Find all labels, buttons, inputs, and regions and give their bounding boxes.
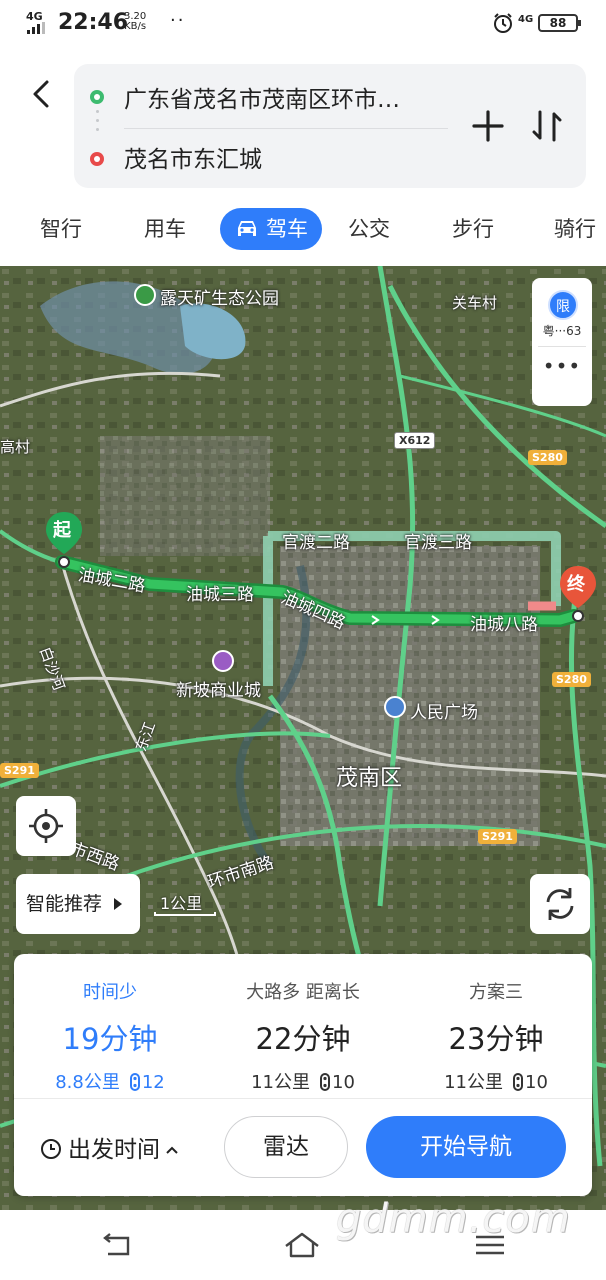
- shopping-poi-icon[interactable]: [212, 650, 234, 672]
- route-connector: [95, 110, 99, 144]
- plan-tag: 时间少: [83, 982, 137, 1003]
- map-label-youcheng3: 油城三路: [186, 585, 254, 605]
- home-nav-icon[interactable]: [282, 1228, 322, 1262]
- radar-button[interactable]: 雷达: [224, 1116, 348, 1178]
- park-poi-icon[interactable]: [134, 284, 156, 306]
- smart-recommend-button[interactable]: 智能推荐: [16, 874, 140, 934]
- divider: [538, 346, 586, 347]
- plan-time: 23分钟: [448, 1022, 544, 1056]
- traffic-light-icon: [320, 1073, 330, 1091]
- map-label-guandu2: 官渡二路: [282, 533, 350, 553]
- end-pin[interactable]: 终: [558, 564, 598, 624]
- tab-bike[interactable]: 骑行: [554, 208, 596, 250]
- depart-time-label: 出发时间: [68, 1137, 160, 1163]
- add-waypoint-icon[interactable]: [470, 108, 506, 144]
- watermark: gdmm.com: [336, 1196, 571, 1242]
- net-speed: 3.20 KB/s: [124, 12, 146, 32]
- plan-distance-row: 8.8公里 12: [14, 1068, 206, 1094]
- plan-time: 19分钟: [62, 1022, 158, 1056]
- depart-time-button[interactable]: 出发时间: [40, 1130, 186, 1164]
- tab-ride-hailing[interactable]: 用车: [144, 208, 186, 250]
- map-label-guandu3: 官渡三路: [404, 533, 472, 553]
- road-sign-s291-left: S291: [0, 763, 39, 778]
- more-options-icon[interactable]: •••: [542, 356, 582, 386]
- destination-field[interactable]: 茂名市东汇城: [124, 140, 464, 174]
- start-dot-icon: [90, 90, 104, 104]
- map-label-youcheng8: 油城八路: [470, 615, 538, 635]
- start-pin-label: 起: [53, 520, 71, 541]
- back-nav-icon[interactable]: [98, 1228, 138, 1262]
- route-plans-sheet: 时间少 19分钟 8.8公里 12 大路多 距离长 22分钟 11公里 10 方案三…: [14, 954, 592, 1196]
- status-bar: 4G 22:46 3.20 KB/s ·· 4G 88: [0, 0, 606, 48]
- plan-distance-row: 11公里 10: [207, 1068, 399, 1094]
- road-sign-s280-mid: S280: [552, 672, 591, 687]
- plan-distance-row: 11公里 10: [400, 1068, 592, 1094]
- transport-tabs: 智行 用车 驾车 公交 步行 骑行: [0, 200, 606, 258]
- plan-distance: 11公里: [251, 1072, 310, 1093]
- triangle-right-icon: [114, 898, 123, 910]
- map-label-xinpo: 新坡商业城: [176, 681, 261, 701]
- tab-drive-label: 驾车: [266, 217, 308, 241]
- map-label-village-ne: 关车村: [452, 294, 498, 312]
- car-icon: [238, 221, 256, 236]
- clock-icon: [41, 1139, 61, 1159]
- plan-tag: 大路多 距离长: [246, 982, 360, 1003]
- map-label-district: 茂南区: [336, 766, 403, 791]
- battery-icon: 88: [538, 14, 581, 32]
- net-speed-unit: KB/s: [124, 21, 147, 32]
- traffic-light-icon: [129, 1073, 140, 1091]
- plate-number: 粤···63: [542, 324, 582, 338]
- map-scale-label: 1公里: [160, 894, 203, 913]
- plan-tag: 方案三: [469, 982, 523, 1003]
- smart-recommend-label: 智能推荐: [26, 893, 103, 915]
- plan-time: 22分钟: [255, 1022, 351, 1056]
- refresh-route-button[interactable]: [530, 874, 590, 934]
- network-type-right: 4G: [518, 14, 534, 25]
- plan-lights: 10: [525, 1072, 548, 1093]
- locate-icon: [29, 809, 63, 843]
- end-pin-label: 终: [567, 574, 585, 595]
- origin-field[interactable]: 广东省茂名市茂南区环市…: [124, 80, 464, 114]
- plan-distance: 11公里: [444, 1072, 503, 1093]
- tab-bus[interactable]: 公交: [348, 208, 390, 250]
- swap-route-icon[interactable]: [528, 106, 568, 146]
- road-sign-x612: X612: [394, 432, 436, 449]
- tab-smart[interactable]: 智行: [40, 208, 82, 250]
- restriction-icon: 限: [548, 290, 578, 320]
- map-label-renmin: 人民广场: [410, 703, 478, 723]
- route-plan-2[interactable]: 大路多 距离长 22分钟 11公里 10: [207, 978, 399, 1094]
- route-input-card: 广东省茂名市茂南区环市… 茂名市东汇城: [74, 64, 586, 188]
- plan-distance: 8.8公里: [55, 1072, 120, 1093]
- road-sign-s291-right: S291: [478, 829, 517, 844]
- map-scale: 1公里: [154, 890, 218, 918]
- alarm-icon: [494, 13, 512, 33]
- map-label-park: 露天矿生态公园: [160, 289, 279, 309]
- divider: [124, 128, 448, 129]
- traffic-light-icon: [513, 1073, 523, 1091]
- route-plan-1[interactable]: 时间少 19分钟 8.8公里 12: [14, 978, 206, 1094]
- plan-lights: 12: [141, 1072, 165, 1093]
- tab-drive[interactable]: 驾车: [220, 208, 322, 250]
- notification-dots: ··: [170, 10, 186, 31]
- divider: [14, 1098, 592, 1099]
- back-icon[interactable]: [24, 76, 60, 112]
- network-type: 4G: [26, 10, 43, 23]
- plan-lights: 10: [332, 1072, 355, 1093]
- route-plan-3[interactable]: 方案三 23分钟 11公里 10: [400, 978, 592, 1094]
- refresh-icon: [546, 888, 574, 920]
- start-navigation-button[interactable]: 开始导航: [366, 1116, 566, 1178]
- traffic-restriction-card[interactable]: 限 粤···63 •••: [532, 278, 592, 406]
- end-dot-icon: [90, 152, 104, 166]
- signal-icon: [27, 22, 49, 34]
- map-label-village-w: 高村: [0, 438, 31, 456]
- road-sign-s280-top: S280: [528, 450, 567, 465]
- start-pin[interactable]: 起: [44, 510, 84, 568]
- tab-walk[interactable]: 步行: [452, 208, 494, 250]
- locate-button[interactable]: [16, 796, 76, 856]
- square-poi-icon[interactable]: [384, 696, 406, 718]
- chevron-up-icon: [166, 1146, 178, 1154]
- clock: 22:46: [58, 10, 129, 35]
